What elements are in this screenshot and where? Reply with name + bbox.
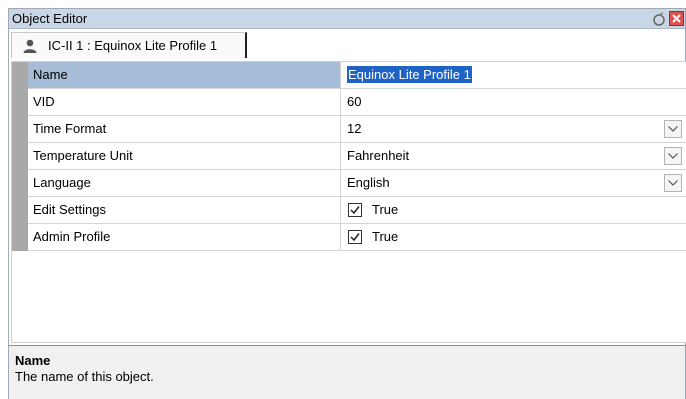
description-text: The name of this object. [15,369,154,384]
vid-value-field[interactable]: 60 [342,89,686,115]
property-row-edit-settings[interactable]: Edit Settings True [28,197,686,224]
property-row-time-format[interactable]: Time Format 12 [28,116,686,143]
edit-settings-checkbox[interactable] [348,203,362,217]
time-format-select[interactable]: 12 [342,116,686,142]
time-format-dropdown-button[interactable] [664,120,682,138]
property-label: Language [28,170,341,196]
tab-strip: IC-II 1 : Equinox Lite Profile 1 [9,30,685,58]
title-bar: Object Editor [9,9,685,29]
admin-profile-field[interactable]: True [342,224,686,250]
temperature-unit-select[interactable]: Fahrenheit [342,143,686,169]
edit-settings-value: True [372,202,399,217]
object-editor-window: Object Editor IC-II 1 : Equinox Lite Pro… [8,8,686,399]
window-title: Object Editor [12,11,88,26]
admin-profile-value: True [372,229,399,244]
language-dropdown-button[interactable] [664,174,682,192]
property-row-temperature-unit[interactable]: Temperature Unit Fahrenheit [28,143,686,170]
property-row-admin-profile[interactable]: Admin Profile True [28,224,686,251]
name-value-field[interactable]: Equinox Lite Profile 1 [342,62,686,88]
temperature-unit-value: Fahrenheit [347,148,410,163]
pin-icon[interactable] [651,11,667,27]
language-value: English [347,175,390,190]
language-select[interactable]: English [342,170,686,196]
property-label: VID [28,89,341,115]
property-row-vid[interactable]: VID 60 [28,89,686,116]
row-header-gutter [12,62,28,251]
temperature-unit-dropdown-button[interactable] [664,147,682,165]
property-grid: Name Equinox Lite Profile 1 VID 60 Time … [11,61,686,343]
checkmark-icon [350,233,360,242]
time-format-value: 12 [347,121,362,136]
tab-equinox-profile[interactable]: IC-II 1 : Equinox Lite Profile 1 [11,32,247,58]
property-label: Time Format [28,116,341,142]
property-label: Admin Profile [28,224,341,250]
description-title: Name [15,353,51,368]
edit-settings-field[interactable]: True [342,197,686,223]
close-button[interactable] [669,11,684,26]
close-icon [672,14,681,23]
property-label: Edit Settings [28,197,341,223]
checkmark-icon [350,206,360,215]
chevron-down-icon [668,180,678,186]
tab-label: IC-II 1 : Equinox Lite Profile 1 [48,38,218,53]
property-label: Name [28,62,341,88]
property-row-language[interactable]: Language English [28,170,686,197]
property-label: Temperature Unit [28,143,341,169]
chevron-down-icon [668,126,678,132]
property-row-name[interactable]: Name Equinox Lite Profile 1 [28,62,686,89]
chevron-down-icon [668,153,678,159]
description-panel: Name The name of this object. [9,345,685,399]
name-value-text[interactable]: Equinox Lite Profile 1 [347,66,472,83]
admin-profile-checkbox[interactable] [348,230,362,244]
user-icon [22,38,38,54]
